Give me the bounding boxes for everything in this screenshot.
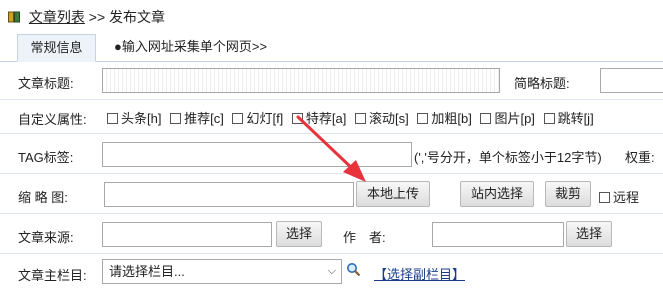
attr-checkbox-group: 头条[h] 推荐[c] 幻灯[f] 特荐[a] 滚动[s] 加粗[b] 图片[p… [107, 108, 599, 127]
title-row: 文章标题: 简略标题: [0, 62, 663, 100]
weight-label: 权重: [625, 150, 655, 165]
checkbox[interactable] [480, 113, 492, 124]
attr-recommend[interactable]: 推荐[c] [170, 111, 224, 126]
source-select-button[interactable]: 选择 [276, 221, 322, 247]
attr-redirect[interactable]: 跳转[j] [543, 111, 594, 126]
author-select-button[interactable]: 选择 [566, 221, 612, 247]
custom-attributes-row: 自定义属性: 头条[h] 推荐[c] 幻灯[f] 特荐[a] 滚动[s] 加粗[… [0, 100, 663, 134]
tab-collect-from-url[interactable]: ●输入网址采集单个网页>> [114, 34, 267, 62]
checkbox[interactable] [543, 113, 555, 124]
tag-hint: (','号分开，单个标签小于12字节) [414, 150, 602, 165]
attr-bold[interactable]: 加粗[b] [417, 111, 472, 126]
checkbox[interactable] [232, 113, 244, 124]
tab-bar: 常规信息 ●输入网址采集单个网页>> [0, 32, 663, 62]
checkbox[interactable] [291, 113, 303, 124]
attr-scroll[interactable]: 滚动[s] [355, 111, 409, 126]
tab-general-info[interactable]: 常规信息 [17, 34, 96, 62]
tag-row: TAG标签: (','号分开，单个标签小于12字节) 权重: [0, 134, 663, 174]
thumbnail-row: 缩 略 图: 本地上传 站内选择 裁剪 远程 [0, 174, 663, 214]
column-select[interactable]: 请选择栏目... ⌵ [102, 259, 342, 284]
remote-option[interactable]: 远程 [599, 187, 639, 206]
title-label: 文章标题: [18, 76, 74, 91]
column-select-value: 请选择栏目... [109, 264, 185, 279]
attr-slideshow[interactable]: 幻灯[f] [232, 111, 283, 126]
title-input[interactable] [102, 68, 500, 93]
crop-button[interactable]: 裁剪 [545, 181, 591, 207]
checkbox[interactable] [170, 113, 182, 124]
thumbnail-input[interactable] [104, 182, 354, 207]
attr-picture[interactable]: 图片[p] [480, 111, 535, 126]
magnifier-icon[interactable] [346, 262, 361, 280]
checkbox[interactable] [107, 113, 118, 124]
tag-input[interactable] [102, 142, 412, 167]
thumbnail-label: 缩 略 图: [18, 190, 68, 205]
attr-special[interactable]: 特荐[a] [291, 111, 346, 126]
remote-checkbox[interactable] [599, 192, 610, 203]
author-label: 作 者: [343, 230, 386, 245]
source-label: 文章来源: [18, 230, 74, 245]
site-select-button[interactable]: 站内选择 [460, 181, 534, 207]
custom-attr-label: 自定义属性: [18, 112, 87, 127]
book-icon [8, 8, 20, 23]
chevron-down-icon: ⌵ [327, 265, 336, 277]
column-row: 文章主栏目: 请选择栏目... ⌵ 【选择副栏目】 [0, 254, 663, 293]
checkbox[interactable] [355, 113, 367, 124]
breadcrumb-separator: >> [88, 9, 106, 25]
article-list-link[interactable]: 文章列表 [29, 9, 85, 25]
column-label: 文章主栏目: [18, 268, 87, 283]
breadcrumb-current: 发布文章 [109, 9, 166, 25]
author-input[interactable] [432, 222, 564, 247]
short-title-input[interactable] [600, 68, 663, 93]
remote-label: 远程 [613, 190, 640, 205]
source-row: 文章来源: 选择 作 者: 选择 [0, 214, 663, 254]
checkbox[interactable] [417, 113, 429, 124]
breadcrumb: 文章列表 >> 发布文章 [8, 7, 165, 27]
upload-local-button[interactable]: 本地上传 [356, 181, 430, 207]
attr-headline[interactable]: 头条[h] [107, 111, 161, 126]
select-sub-column-link[interactable]: 【选择副栏目】 [374, 264, 465, 283]
short-title-label: 简略标题: [514, 76, 570, 91]
tag-label: TAG标签: [18, 150, 74, 165]
source-input[interactable] [102, 222, 272, 247]
